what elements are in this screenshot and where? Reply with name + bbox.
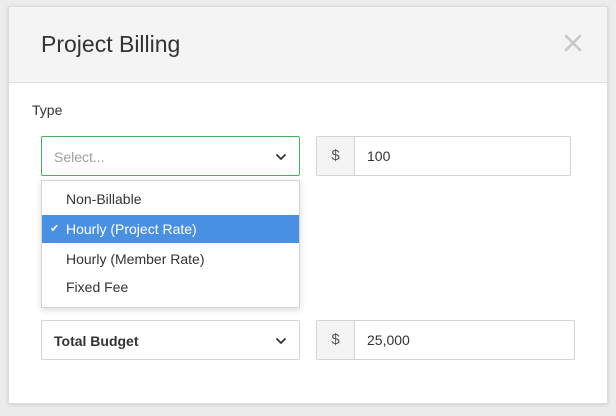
modal-header: Project Billing	[9, 7, 607, 83]
modal-title: Project Billing	[41, 31, 181, 57]
budget-type-select[interactable]: Total Budget	[41, 320, 300, 360]
budget-field: $	[316, 320, 575, 360]
option-label: Fixed Fee	[66, 279, 129, 295]
option-label: Hourly (Project Rate)	[66, 221, 197, 237]
option-label: Non-Billable	[66, 191, 142, 207]
option-non-billable[interactable]: Non-Billable	[42, 185, 299, 213]
rate-field: $	[316, 136, 571, 176]
budget-type-value: Total Budget	[54, 333, 139, 349]
budget-input[interactable]	[367, 330, 547, 350]
chevron-down-icon	[276, 338, 286, 344]
type-label: Type	[32, 102, 63, 118]
chevron-down-icon	[276, 154, 286, 160]
type-select[interactable]: Select...	[41, 136, 300, 176]
close-button[interactable]	[563, 33, 583, 53]
currency-prefix: $	[317, 321, 355, 359]
type-select-placeholder: Select...	[54, 149, 105, 165]
type-dropdown-menu: Non-Billable ✔ Hourly (Project Rate) Hou…	[41, 180, 300, 308]
option-fixed-fee[interactable]: Fixed Fee	[42, 273, 299, 301]
option-hourly-member-rate[interactable]: Hourly (Member Rate)	[42, 245, 299, 273]
checkmark-icon: ✔	[50, 223, 60, 235]
rate-input[interactable]	[367, 146, 547, 166]
currency-prefix: $	[317, 137, 355, 175]
close-icon	[564, 34, 582, 52]
option-label: Hourly (Member Rate)	[66, 251, 205, 267]
option-hourly-project-rate[interactable]: ✔ Hourly (Project Rate)	[42, 215, 299, 243]
